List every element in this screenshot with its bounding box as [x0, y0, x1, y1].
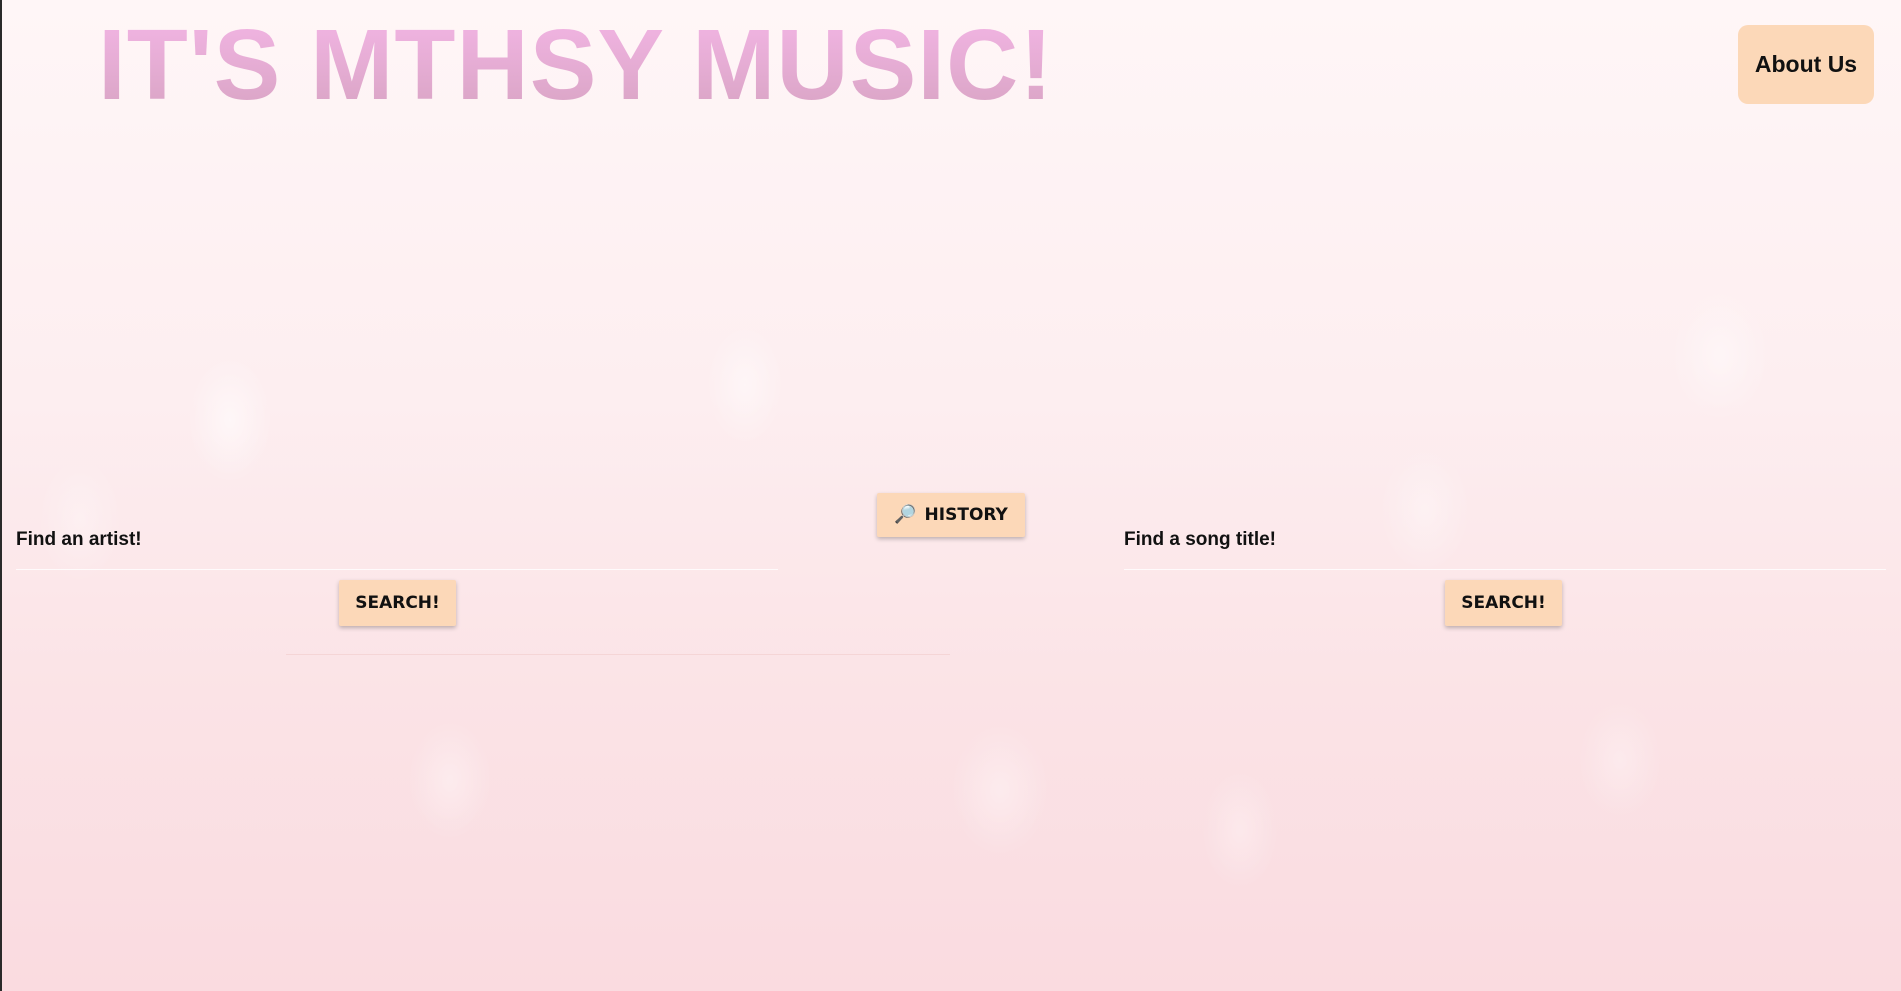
window-edge — [0, 0, 2, 991]
magnifier-icon: 🔎 — [894, 504, 917, 525]
results-divider — [286, 654, 950, 655]
about-us-button[interactable]: About Us — [1738, 25, 1874, 104]
site-title: IT'S MTHSY MUSIC! — [98, 9, 1054, 121]
artist-search-input[interactable] — [16, 551, 778, 570]
song-search-label: Find a song title! — [1124, 529, 1276, 550]
song-search-button[interactable]: SEARCH! — [1445, 580, 1562, 626]
song-search-input[interactable] — [1124, 551, 1886, 570]
artist-search-label: Find an artist! — [16, 529, 142, 550]
history-button[interactable]: 🔎 HISTORY — [877, 493, 1025, 537]
history-button-label: HISTORY — [924, 505, 1008, 525]
artist-search-button[interactable]: SEARCH! — [339, 580, 456, 626]
